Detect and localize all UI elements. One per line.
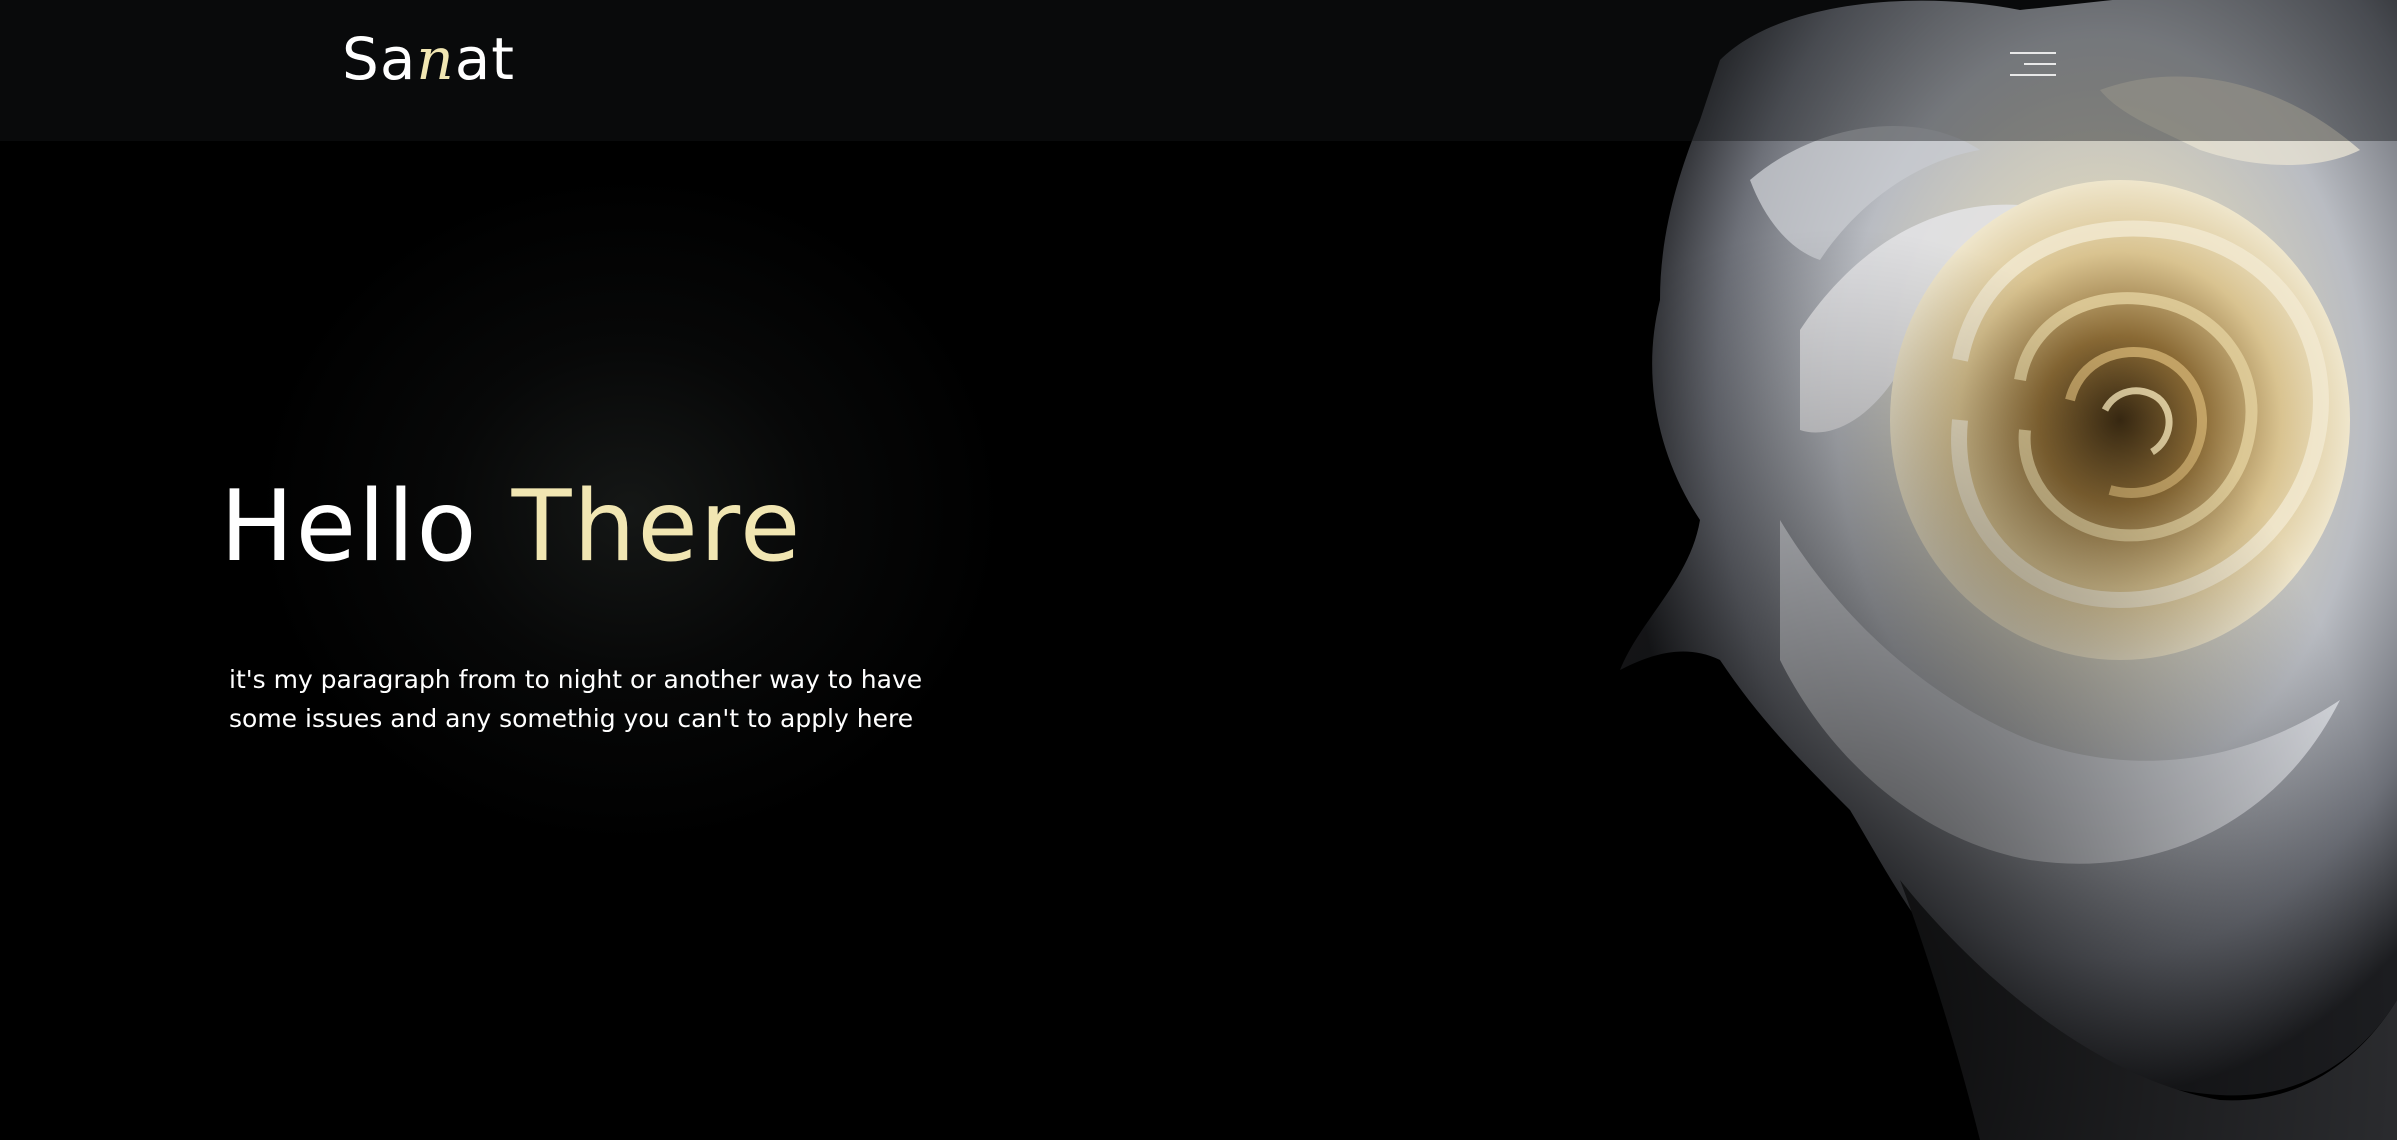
menu-button[interactable] — [2000, 44, 2056, 84]
logo-text-accent: n — [416, 25, 455, 93]
hero-title-main: Hello — [220, 470, 479, 584]
site-logo[interactable]: Sanat — [342, 30, 515, 88]
rose-image — [1600, 0, 2397, 1140]
menu-icon-bar — [2024, 63, 2056, 65]
logo-text-start: Sa — [342, 25, 417, 93]
site-header: Sanat — [0, 0, 2397, 141]
hero-title-accent: There — [511, 470, 803, 584]
logo-text-end: at — [454, 25, 516, 93]
hero-title: Hello There — [220, 478, 802, 576]
menu-icon-bar — [2010, 74, 2056, 76]
hero-paragraph: it's my paragraph from to night or anoth… — [229, 665, 923, 733]
menu-icon-bar — [2010, 52, 2056, 54]
